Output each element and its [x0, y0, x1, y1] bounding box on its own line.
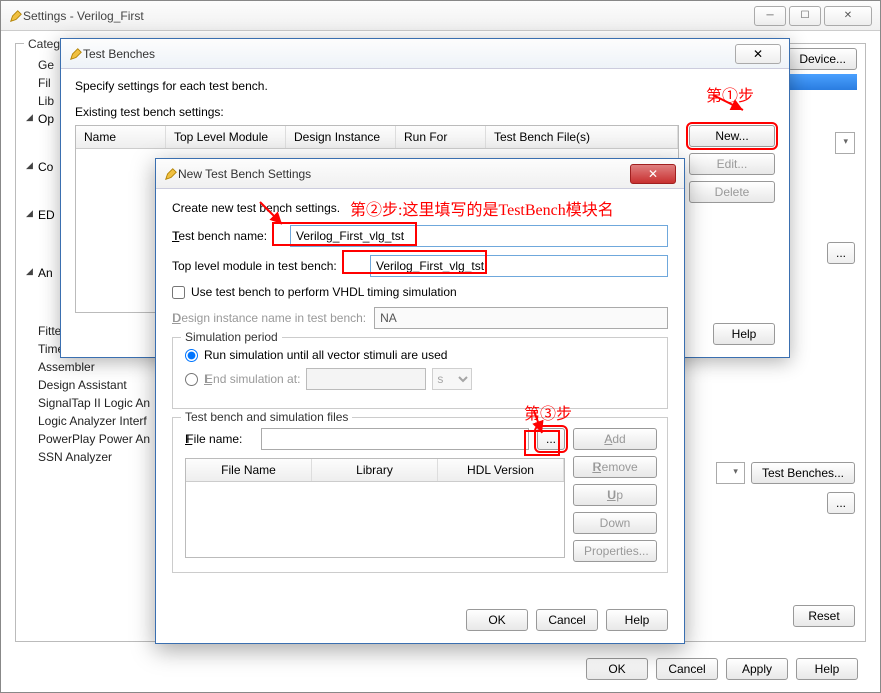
- table-header: Name Top Level Module Design Instance Ru…: [76, 126, 678, 149]
- chevron-icon: ◢: [26, 112, 33, 123]
- apply-button[interactable]: Apply: [726, 658, 788, 680]
- maximize-button[interactable]: ☐: [789, 6, 821, 26]
- window-title: Settings - Verilog_First: [23, 9, 754, 23]
- help-button[interactable]: Help: [713, 323, 775, 345]
- window-controls: ─ ☐ ✕: [754, 6, 872, 26]
- minimize-button[interactable]: ─: [754, 6, 786, 26]
- run-until-end-radio[interactable]: [185, 349, 198, 362]
- help-button[interactable]: Help: [606, 609, 668, 631]
- edit-button[interactable]: Edit...: [689, 153, 775, 175]
- reset-button[interactable]: Reset: [793, 605, 855, 627]
- end-at-radio[interactable]: [185, 373, 198, 386]
- close-button[interactable]: ✕: [735, 44, 781, 64]
- new-button[interactable]: New...: [689, 125, 775, 147]
- col-file: File Name: [186, 459, 312, 481]
- vhdl-timing-checkbox[interactable]: [172, 286, 185, 299]
- col-inst: Design Instance: [286, 126, 396, 148]
- remove-button[interactable]: RRemove: [573, 456, 657, 478]
- radio-label: EEnd simulation at:: [204, 372, 300, 386]
- browse-button[interactable]: ...: [827, 492, 855, 514]
- help-button[interactable]: Help: [796, 658, 858, 680]
- test-bench-name-input[interactable]: [290, 225, 668, 247]
- up-button[interactable]: UUp: [573, 484, 657, 506]
- dialog-buttons: OK Cancel Help: [466, 609, 668, 631]
- vhdl-timing-label: Use test bench to perform VHDL timing si…: [191, 285, 457, 299]
- dropdown[interactable]: [716, 462, 745, 484]
- top-module-input[interactable]: [370, 255, 668, 277]
- simulation-period-group: Simulation period Run simulation until a…: [172, 337, 668, 409]
- add-button[interactable]: AAdd: [573, 428, 657, 450]
- dropdown[interactable]: [835, 132, 855, 154]
- group-title: Simulation period: [181, 330, 282, 344]
- dialog-titlebar: Test Benches ✕: [61, 39, 789, 69]
- top-module-label: Top level module in test bench:: [172, 259, 362, 273]
- col-name: Name: [76, 126, 166, 148]
- group-title: Test bench and simulation files: [181, 410, 352, 424]
- dialog-title: Test Benches: [83, 47, 735, 61]
- time-unit-select: s: [432, 368, 472, 390]
- titlebar: Settings - Verilog_First ─ ☐ ✕: [1, 1, 880, 31]
- col-hdl: HDL Version: [438, 459, 564, 481]
- down-button[interactable]: Down: [573, 512, 657, 534]
- cancel-button[interactable]: Cancel: [536, 609, 598, 631]
- sidebar-item[interactable]: Assembler: [24, 358, 154, 376]
- chevron-icon: ◢: [26, 160, 33, 171]
- cancel-button[interactable]: Cancel: [656, 658, 718, 680]
- col-files: Test Bench File(s): [486, 126, 678, 148]
- dialog-desc: Specify settings for each test bench.: [75, 79, 775, 93]
- pencil-icon: [69, 47, 83, 61]
- dialog-desc: Create new test bench settings.: [172, 201, 668, 215]
- ok-button[interactable]: OK: [586, 658, 648, 680]
- chevron-icon: ◢: [26, 208, 33, 219]
- pencil-icon: [164, 167, 178, 181]
- chevron-icon: ◢: [26, 266, 33, 277]
- sidebar-item[interactable]: Logic Analyzer Interf: [24, 412, 154, 430]
- files-group: Test bench and simulation files FFile na…: [172, 417, 668, 573]
- file-name-input[interactable]: [261, 428, 529, 450]
- sidebar-item[interactable]: PowerPlay Power An: [24, 430, 154, 448]
- table-label: Existing test bench settings:: [75, 105, 775, 119]
- close-button[interactable]: ✕: [630, 164, 676, 184]
- browse-file-button[interactable]: ...: [537, 428, 565, 450]
- files-table-header: File Name Library HDL Version: [186, 459, 564, 482]
- dialog-title: New Test Bench Settings: [178, 167, 630, 181]
- sidebar-item[interactable]: SignalTap II Logic An: [24, 394, 154, 412]
- device-button[interactable]: Device...: [788, 48, 857, 70]
- test-benches-button[interactable]: Test Benches...: [751, 462, 855, 484]
- col-lib: Library: [312, 459, 438, 481]
- ok-button[interactable]: OK: [466, 609, 528, 631]
- dialog-titlebar: New Test Bench Settings ✕: [156, 159, 684, 189]
- design-instance-label: DDesign instance name in test bench:: [172, 311, 366, 325]
- sidebar-item[interactable]: Design Assistant: [24, 376, 154, 394]
- files-table[interactable]: File Name Library HDL Version: [185, 458, 565, 558]
- app-icon: [9, 9, 23, 23]
- browse-button[interactable]: ...: [827, 242, 855, 264]
- test-bench-name-label: TTest bench name:: [172, 229, 282, 243]
- table-side-buttons: New... Edit... Delete: [689, 125, 775, 203]
- design-instance-input: [374, 307, 668, 329]
- delete-button[interactable]: Delete: [689, 181, 775, 203]
- new-test-bench-dialog: New Test Bench Settings ✕ Create new tes…: [155, 158, 685, 644]
- radio-label: Run simulation until all vector stimuli …: [204, 348, 447, 362]
- col-top: Top Level Module: [166, 126, 286, 148]
- file-name-label: FFile name:: [185, 432, 253, 446]
- dialog-buttons: OK Cancel Apply Help: [586, 658, 858, 680]
- properties-button[interactable]: Properties...: [573, 540, 657, 562]
- end-time-input: [306, 368, 426, 390]
- close-button[interactable]: ✕: [824, 6, 872, 26]
- sidebar-item[interactable]: SSN Analyzer: [24, 448, 154, 466]
- col-run: Run For: [396, 126, 486, 148]
